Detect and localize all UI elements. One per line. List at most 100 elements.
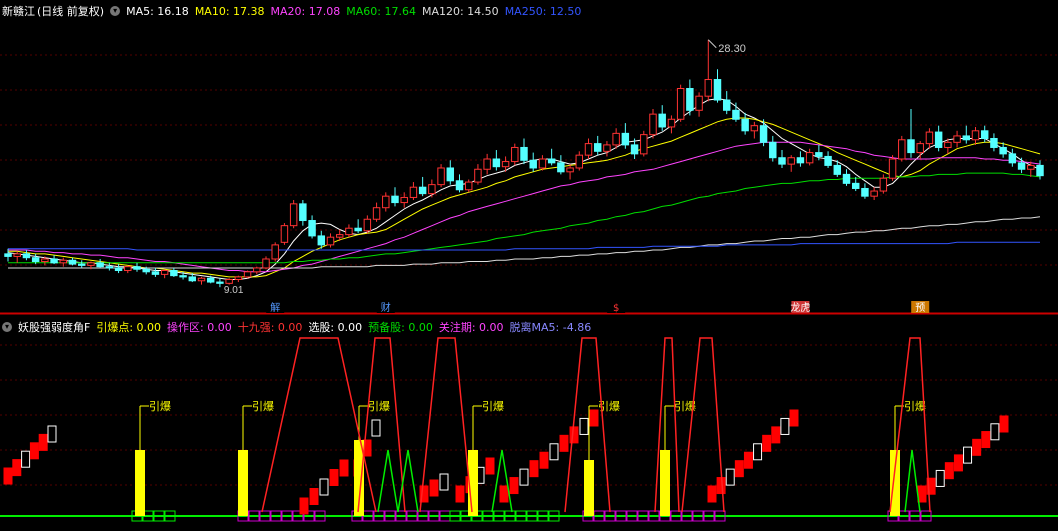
candle-body xyxy=(492,158,501,168)
indicator-settings-icon[interactable]: ▾ xyxy=(2,322,12,332)
candle-body xyxy=(630,144,639,155)
strength-block xyxy=(789,409,799,427)
strength-block xyxy=(519,468,529,486)
strength-block xyxy=(429,479,439,497)
strength-block xyxy=(38,433,48,451)
candle-body xyxy=(584,143,593,156)
candle-body xyxy=(335,234,344,238)
detonation-bar xyxy=(584,460,594,516)
candle-body xyxy=(833,164,842,175)
candle-body xyxy=(262,258,270,269)
candle-body xyxy=(640,134,648,155)
candle-body xyxy=(520,146,528,161)
candle-body xyxy=(907,139,915,154)
candle-body xyxy=(695,95,703,111)
candle-body xyxy=(271,244,279,260)
high-label: 28.30 xyxy=(718,43,746,55)
candle-body xyxy=(805,152,814,164)
candle-body xyxy=(188,276,197,282)
strength-block xyxy=(953,454,963,472)
ma60-label: MA60: 17.64 xyxy=(346,4,416,18)
ma-line-ma250 xyxy=(8,241,1040,251)
strength-block xyxy=(707,485,717,503)
strength-block xyxy=(771,426,781,444)
ind-pick: 选股: 0.00 xyxy=(308,321,363,334)
detonation-bar xyxy=(238,450,248,516)
candle-body xyxy=(59,259,68,264)
strength-block xyxy=(917,485,927,503)
candle-body xyxy=(649,113,657,136)
candle-body xyxy=(676,88,685,120)
strength-block xyxy=(21,450,31,468)
candle-body xyxy=(170,270,178,277)
candle-body xyxy=(428,184,436,195)
high-pointer xyxy=(707,39,717,49)
candle-body xyxy=(253,267,261,273)
strength-block xyxy=(329,469,339,486)
ma20-label: MA20: 17.08 xyxy=(270,4,341,18)
candle-body xyxy=(557,162,565,173)
candle-body xyxy=(759,125,768,143)
strength-block xyxy=(339,459,349,477)
candle-body xyxy=(898,139,906,160)
candle-body xyxy=(151,271,160,275)
candle-body xyxy=(1027,164,1035,170)
ma250-label: MA250: 12.50 xyxy=(504,4,582,18)
candle-body xyxy=(437,167,445,186)
candle-body xyxy=(289,203,298,227)
candle-body xyxy=(308,220,316,237)
strength-block xyxy=(299,497,309,515)
strength-block xyxy=(743,451,753,469)
candle-body xyxy=(50,258,58,264)
candle-body xyxy=(962,135,971,141)
candle-body xyxy=(22,253,31,259)
event-marker-label: 龙虎 xyxy=(790,301,810,314)
strength-block xyxy=(981,431,991,449)
settings-icon[interactable]: ▾ xyxy=(110,6,121,16)
strength-block xyxy=(753,443,763,461)
candle-body xyxy=(31,257,40,263)
candle-body xyxy=(243,271,252,278)
strength-block xyxy=(935,469,945,487)
candle-body xyxy=(980,130,989,139)
event-marker-label: $ xyxy=(613,303,619,314)
stock-name: 新赣江 xyxy=(2,5,35,18)
candle-body xyxy=(179,275,187,278)
candle-body xyxy=(1036,164,1044,177)
strength-block xyxy=(12,459,22,477)
ma-line-ma120 xyxy=(8,216,1041,269)
candle-body xyxy=(501,161,510,168)
candle-body xyxy=(538,158,547,169)
candle-body xyxy=(861,187,869,197)
candle-body xyxy=(391,195,399,204)
candle-body xyxy=(796,157,805,164)
strength-block xyxy=(509,477,519,495)
candle-body xyxy=(142,268,150,273)
detonation-label: 引爆 xyxy=(252,399,274,413)
candle-body xyxy=(603,144,611,152)
event-marker-label: 解 xyxy=(270,301,280,314)
candle-body xyxy=(446,167,455,182)
strength-block xyxy=(499,485,509,503)
strength-block xyxy=(309,488,319,505)
strength-block xyxy=(963,446,973,464)
candle-body xyxy=(105,266,114,269)
indicator-header: ▾ 妖股强弱度角F 引爆点: 0.00 操作区: 0.00 十九强: 0.00 … xyxy=(2,319,591,335)
detonation-label: 引爆 xyxy=(904,399,926,413)
strength-block xyxy=(725,468,735,486)
candle-body xyxy=(1017,162,1026,170)
strength-block xyxy=(762,434,772,452)
strength-block xyxy=(944,462,954,480)
candle-body xyxy=(474,168,482,183)
strength-block xyxy=(559,434,569,452)
candle-body xyxy=(888,158,897,179)
candle-body xyxy=(400,196,408,204)
candle-body xyxy=(197,277,206,282)
candle-body xyxy=(511,146,519,163)
candle-body xyxy=(741,118,749,132)
candle-body xyxy=(225,278,233,284)
candle-body xyxy=(354,227,362,232)
strength-block xyxy=(990,423,1000,441)
candle-body xyxy=(372,207,381,220)
strength-block xyxy=(319,478,329,496)
